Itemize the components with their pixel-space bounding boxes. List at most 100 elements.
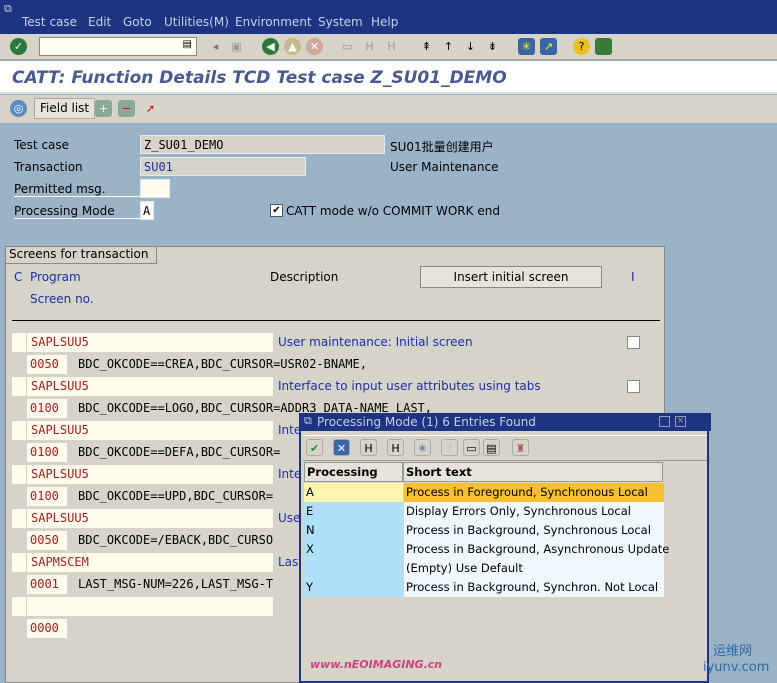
permitted-msg-label: Permitted msg.	[14, 182, 140, 197]
catt-mode-label: CATT mode w/o COMMIT WORK end	[286, 204, 500, 218]
select-pointer-icon[interactable]: ➚	[142, 100, 159, 117]
insert-initial-screen-button[interactable]: Insert initial screen	[420, 266, 602, 288]
cancel-icon[interactable]: ✕	[333, 439, 350, 456]
delete-row-icon[interactable]: −	[118, 100, 135, 117]
next-page-icon[interactable]: ↓	[462, 38, 479, 55]
mode-key	[304, 559, 403, 578]
header-divider	[12, 320, 660, 321]
find-icon[interactable]: H	[361, 38, 378, 55]
confirm-icon[interactable]: ✔	[306, 439, 323, 456]
mode-text: Process in Background, Asynchronous Upda…	[404, 540, 669, 559]
screen-no-field[interactable]: 0100	[27, 443, 67, 462]
menu-test-case[interactable]: Test case	[22, 15, 77, 29]
description-text: Inte	[278, 423, 302, 437]
row-selector[interactable]	[12, 465, 26, 484]
popup-list-row[interactable]: E Display Errors Only, Synchronous Local	[304, 502, 666, 521]
screen-no-field[interactable]: 0000	[27, 619, 67, 638]
screen-no-field[interactable]: 0100	[27, 487, 67, 506]
row-selector[interactable]	[12, 597, 26, 616]
menu-goto[interactable]: Goto	[123, 15, 152, 29]
shortcut-icon[interactable]: ↗	[540, 38, 557, 55]
field-list-button[interactable]: Field list	[34, 98, 96, 119]
menu-environment[interactable]: Environment	[235, 15, 312, 29]
find-next-icon[interactable]: H	[387, 439, 404, 456]
popup-list-row[interactable]: N Process in Background, Synchronous Loc…	[304, 521, 666, 540]
popup-window-icon: ⧉	[304, 414, 312, 427]
back-icon[interactable]: ◀	[262, 38, 279, 55]
description-text: Inte	[278, 467, 302, 481]
print-icon[interactable]: ▭	[463, 439, 480, 456]
screen-no-field[interactable]: 0050	[27, 355, 67, 374]
window-menu-icon[interactable]: ⧉	[4, 2, 12, 16]
find-icon[interactable]: H	[360, 439, 377, 456]
screen-no-field[interactable]: 0001	[27, 575, 67, 594]
transaction-text: User Maintenance	[390, 160, 499, 174]
new-restriction-icon[interactable]: ✳	[414, 439, 431, 456]
menu-utilities[interactable]: Utilities(M)	[164, 15, 229, 29]
history-icon[interactable]: ▤	[183, 39, 192, 50]
print-icon[interactable]: ▭	[339, 38, 356, 55]
screen-no-field[interactable]: 0050	[27, 531, 67, 550]
personal-list-icon[interactable]: ♜	[512, 439, 529, 456]
standard-toolbar: ✓ ▤ ◂ ▣ ◀ ▲ ✕ ▭ H H ⇞ ↑ ↓ ⇟ ✳ ↗ ?	[0, 34, 777, 60]
row-selector[interactable]	[12, 377, 26, 396]
row-selector[interactable]	[12, 421, 26, 440]
col-i-header: I	[631, 270, 635, 284]
left-arrow-icon[interactable]: ◂	[207, 38, 224, 55]
display-icon[interactable]: ◎	[10, 100, 27, 117]
program-field[interactable]: SAPMSCEM	[27, 553, 273, 572]
row-checkbox[interactable]	[627, 336, 640, 349]
popup-list-row[interactable]: X Process in Background, Asynchronous Up…	[304, 540, 669, 559]
save-icon[interactable]: ▣	[228, 38, 245, 55]
row-selector[interactable]	[12, 333, 26, 352]
minimize-icon[interactable]	[659, 416, 670, 427]
close-icon[interactable]: ×	[675, 416, 686, 427]
last-page-icon[interactable]: ⇟	[484, 38, 501, 55]
popup-list-row[interactable]: (Empty) Use Default	[304, 559, 666, 578]
list-icon[interactable]: ▤	[483, 439, 500, 456]
permitted-msg-field[interactable]	[140, 179, 170, 198]
col-processing-mode-header[interactable]: Processing Mo...	[304, 462, 403, 497]
help-icon[interactable]: ?	[441, 439, 458, 456]
catt-mode-checkbox[interactable]: ✔	[270, 204, 283, 217]
screen-no-field[interactable]: 0100	[27, 399, 67, 418]
processing-mode-field[interactable]: A	[140, 201, 154, 220]
program-field[interactable]: SAPLSUU5	[27, 377, 273, 396]
description-text: Use	[278, 511, 301, 525]
popup-list-row[interactable]: Y Process in Background, Synchron. Not L…	[304, 578, 666, 597]
menu-system[interactable]: System	[318, 15, 363, 29]
mode-text: Display Errors Only, Synchronous Local	[404, 502, 664, 521]
bdc-fields-text: LAST_MSG-NUM=226,LAST_MSG-T	[78, 577, 274, 591]
cancel-icon[interactable]: ✕	[306, 38, 323, 55]
command-field[interactable]: ▤	[39, 37, 197, 56]
previous-page-icon[interactable]: ↑	[440, 38, 457, 55]
first-page-icon[interactable]: ⇞	[418, 38, 435, 55]
row-selector[interactable]	[12, 553, 26, 572]
program-field[interactable]: SAPLSUU5	[27, 421, 273, 440]
menu-help[interactable]: Help	[371, 15, 398, 29]
row-checkbox[interactable]	[627, 380, 640, 393]
insert-row-icon[interactable]: +	[95, 100, 112, 117]
col-short-text-header[interactable]: Short text	[403, 462, 663, 482]
program-field[interactable]: SAPLSUU5	[27, 509, 273, 528]
find-next-icon[interactable]: H	[383, 38, 400, 55]
row-selector[interactable]	[12, 509, 26, 528]
help-icon[interactable]: ?	[573, 38, 590, 55]
layout-icon[interactable]	[595, 38, 612, 55]
mode-key: X	[304, 540, 403, 559]
transaction-field: SU01	[140, 157, 306, 176]
watermark-logo-url: iyunv.com	[703, 660, 770, 675]
exit-icon[interactable]: ▲	[284, 38, 301, 55]
program-field[interactable]: SAPLSUU5	[27, 465, 273, 484]
page-title: CATT: Function Details TCD Test case Z_S…	[12, 68, 507, 88]
mode-key: N	[304, 521, 403, 540]
watermark-text: www.nEOIMAGING.cn	[310, 658, 443, 671]
program-field[interactable]: SAPLSUU5	[27, 333, 273, 352]
program-field[interactable]	[27, 597, 273, 616]
processing-mode-popup: Processing Mode (1) 6 Entries Found ⧉ × …	[299, 413, 711, 683]
popup-list-row[interactable]: A Process in Foreground, Synchronous Loc…	[304, 483, 666, 502]
watermark-logo-text: 运维网	[713, 644, 753, 659]
menu-edit[interactable]: Edit	[88, 15, 111, 29]
enter-icon[interactable]: ✓	[10, 38, 27, 55]
create-session-icon[interactable]: ✳	[518, 38, 535, 55]
